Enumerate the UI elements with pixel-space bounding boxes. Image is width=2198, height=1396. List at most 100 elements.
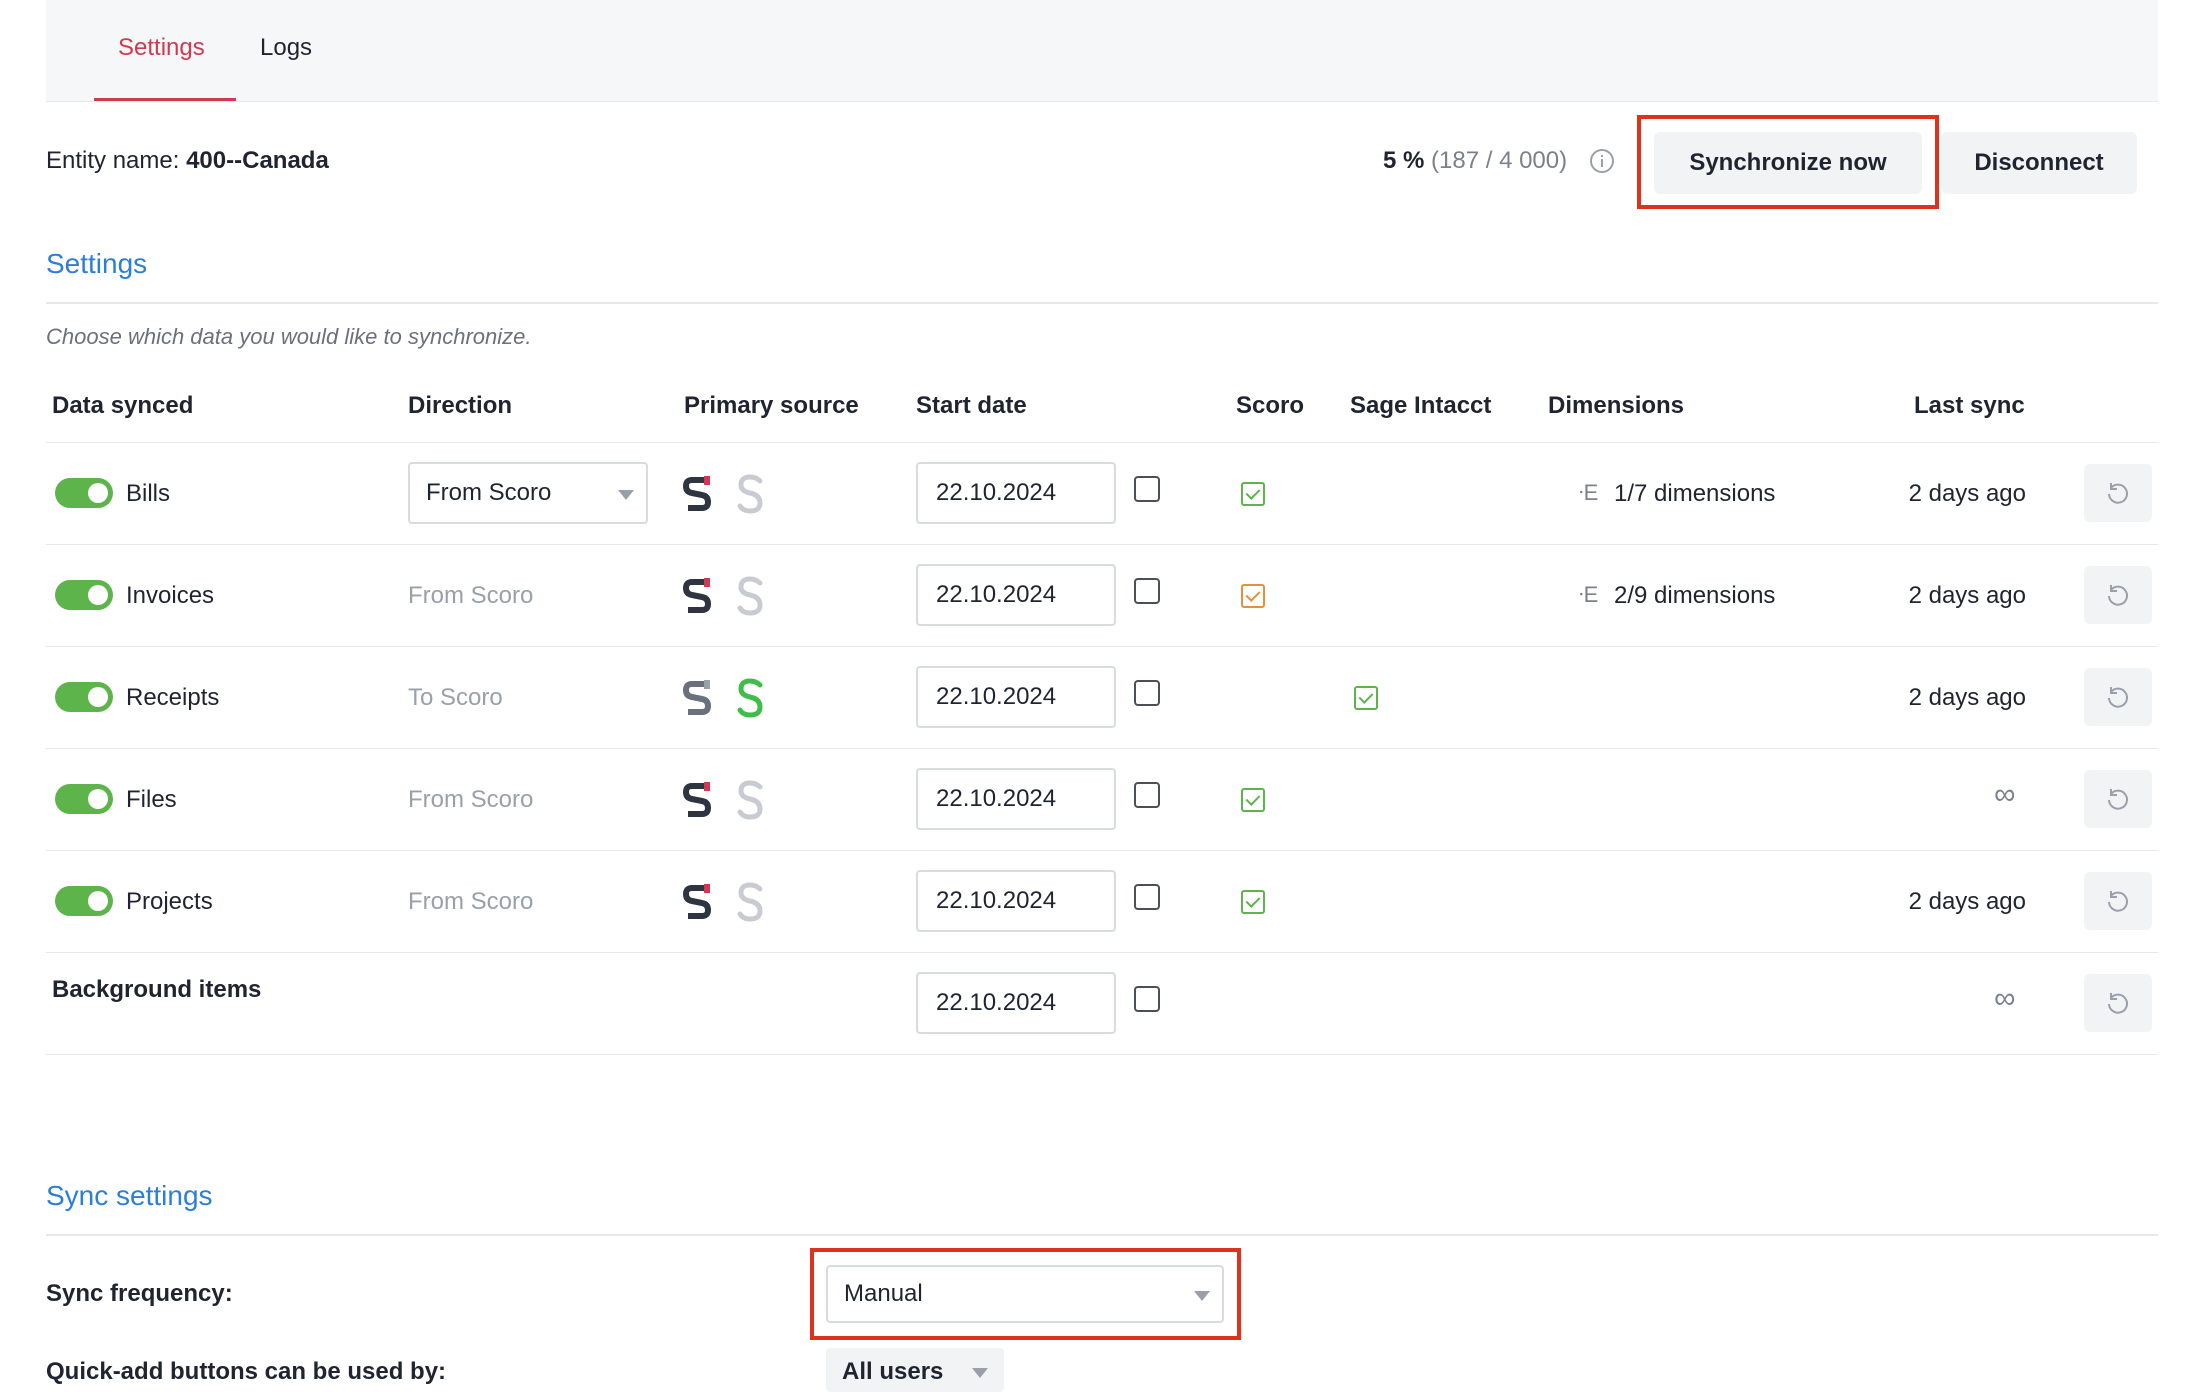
checkbox-files[interactable] [1134,782,1160,808]
header-dimensions: Dimensions [1548,392,1685,419]
usage-detail: (187 / 4 000) [1431,147,1568,174]
toggle-projects[interactable] [55,886,113,916]
quick-add-label: Quick-add buttons can be used by: [46,1358,447,1385]
settings-divider [46,302,2158,304]
checkbox-background-items[interactable] [1134,986,1160,1012]
scoro-check-icon [1241,890,1265,914]
sync-frequency-select[interactable]: Manual [826,1265,1224,1323]
last-sync-projects: 2 days ago [1908,888,2026,915]
direction-select-bills[interactable]: From Scoro [408,462,648,524]
row-divider [46,748,2158,749]
start-date-input-bills[interactable]: 22.10.2024 [916,462,1116,524]
dimensions-link-bills[interactable]: 1/7 dimensions [1614,480,1775,508]
scoro-logo-icon[interactable] [682,678,712,718]
infinity-icon: ∞ [1994,982,2016,1015]
start-date-input-background-items[interactable]: 22.10.2024 [916,972,1116,1034]
sage-logo-icon[interactable] [736,576,766,616]
start-date-input-invoices[interactable]: 22.10.2024 [916,564,1116,626]
scoro-logo-icon[interactable] [682,882,712,922]
last-sync-bills: 2 days ago [1908,480,2026,507]
start-date-input-receipts[interactable]: 22.10.2024 [916,666,1116,728]
info-icon[interactable] [1590,149,1614,173]
direction-files: From Scoro [408,786,534,813]
infinity-icon: ∞ [1994,778,2016,811]
row-name-bills: Bills [126,480,171,507]
reset-button-bills[interactable] [2084,464,2152,522]
header-scoro: Scoro [1236,392,1305,419]
toggle-files[interactable] [55,784,113,814]
checkbox-invoices[interactable] [1134,578,1160,604]
undo-icon [2108,993,2128,1014]
tab-logs[interactable]: Logs [260,34,312,62]
scoro-warning-check-icon [1241,584,1265,608]
dimensions-icon: ᐧE [1578,582,1599,607]
undo-icon [2108,891,2128,912]
disconnect-button[interactable]: Disconnect [1941,132,2137,194]
row-name-files: Files [126,786,177,813]
row-name-invoices: Invoices [126,582,215,609]
reset-button-files[interactable] [2084,770,2152,828]
active-tab-indicator [94,98,236,101]
tab-settings[interactable]: Settings [118,34,205,62]
direction-receipts: To Scoro [408,684,503,711]
undo-icon [2108,789,2128,810]
row-divider [46,544,2158,545]
row-divider [46,850,2158,851]
header-start-date: Start date [916,392,1027,419]
direction-value: From Scoro [426,479,552,506]
tabs-bar [46,0,2158,102]
header-sage-intacct: Sage Intacct [1350,392,1492,419]
scoro-logo-icon[interactable] [682,474,712,514]
sage-logo-icon[interactable] [736,780,766,820]
start-date-input-files[interactable]: 22.10.2024 [916,768,1116,830]
chevron-down-icon [1194,1291,1210,1301]
scoro-check-icon [1241,482,1265,506]
toggle-receipts[interactable] [55,682,113,712]
row-name-projects: Projects [126,888,213,915]
scoro-logo-icon[interactable] [682,576,712,616]
reset-button-background-items[interactable] [2084,974,2152,1032]
undo-icon [2108,585,2128,606]
header-primary-source: Primary source [684,392,859,419]
entity-value: 400--Canada [186,147,329,174]
quick-add-users-select[interactable]: All users [826,1348,1004,1392]
entity-label: Entity name: [46,147,180,174]
row-divider [46,1054,2158,1055]
chevron-down-icon [972,1368,988,1378]
sync-frequency-value: Manual [844,1280,923,1307]
settings-hint: Choose which data you would like to sync… [46,324,532,349]
usage-counter: 5 % (187 / 4 000) [1383,147,1567,175]
reset-button-projects[interactable] [2084,872,2152,930]
toggle-invoices[interactable] [55,580,113,610]
sage-logo-icon[interactable] [736,882,766,922]
sage-logo-icon[interactable] [736,474,766,514]
checkbox-bills[interactable] [1134,476,1160,502]
synchronize-now-button[interactable]: Synchronize now [1654,132,1922,194]
header-last-sync: Last sync [1914,392,2025,419]
sync-settings-title: Sync settings [46,1180,213,1211]
dimensions-icon: ᐧE [1578,480,1599,505]
checkbox-receipts[interactable] [1134,680,1160,706]
scoro-logo-icon[interactable] [682,780,712,820]
row-divider [46,442,2158,443]
row-name-background-items: Background items [52,976,262,1003]
sync-frequency-label: Sync frequency: [46,1280,233,1307]
sage-logo-icon[interactable] [736,678,766,718]
quick-add-users-value: All users [842,1358,944,1385]
reset-button-receipts[interactable] [2084,668,2152,726]
dimensions-link-invoices[interactable]: 2/9 dimensions [1614,582,1775,610]
reset-button-invoices[interactable] [2084,566,2152,624]
last-sync-receipts: 2 days ago [1908,684,2026,711]
start-date-input-projects[interactable]: 22.10.2024 [916,870,1116,932]
row-divider [46,952,2158,953]
chevron-down-icon [618,490,634,500]
checkbox-projects[interactable] [1134,884,1160,910]
toggle-bills[interactable] [55,478,113,508]
sync-settings-divider [46,1234,2158,1236]
scoro-check-icon [1241,788,1265,812]
direction-invoices: From Scoro [408,582,534,609]
row-name-receipts: Receipts [126,684,220,711]
header-data-synced: Data synced [52,392,194,419]
undo-icon [2108,483,2128,504]
direction-projects: From Scoro [408,888,534,915]
